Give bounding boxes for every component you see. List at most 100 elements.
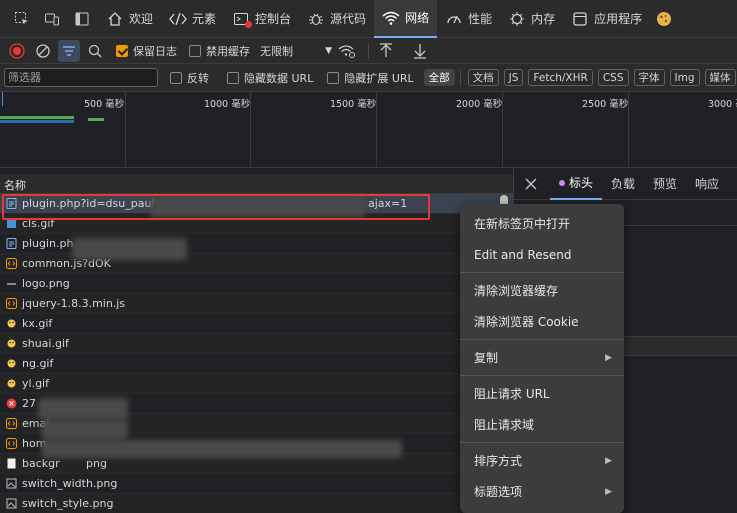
row-name: switch_width.png — [22, 477, 118, 490]
close-icon[interactable] — [522, 175, 540, 193]
menu-item-label: 清除浏览器 Cookie — [474, 315, 579, 329]
disable-cache-checkbox[interactable]: 禁用缓存 — [189, 43, 250, 59]
submenu-arrow-icon: ▶ — [605, 455, 612, 466]
type-filter-font[interactable]: 字体 — [633, 69, 665, 86]
disable-cache-label: 禁用缓存 — [206, 44, 250, 58]
network-overview-timeline[interactable]: 500 毫秒 1000 毫秒 1500 毫秒 2000 毫秒 2500 毫秒 3… — [0, 92, 737, 168]
console-icon — [232, 10, 253, 28]
menu-item-open-new-tab[interactable]: 在新标签页中打开 — [460, 208, 624, 239]
tab-headers[interactable]: 标头 — [550, 168, 603, 200]
checkbox-unchecked-icon — [227, 71, 239, 84]
type-filter-media[interactable]: 媒体 — [704, 69, 736, 86]
inspect-element-icon[interactable] — [10, 7, 34, 31]
modified-dot-icon — [559, 179, 565, 186]
tab-response[interactable]: 响应 — [686, 168, 728, 200]
timeline-tick-label: 1500 毫秒 — [330, 99, 377, 110]
gif-file-icon — [6, 318, 17, 329]
type-filter-js[interactable]: JS — [503, 69, 524, 86]
menu-item-label: 在新标签页中打开 — [474, 217, 571, 231]
timeline-tick-label: 3000 毫秒 — [708, 99, 737, 110]
table-row[interactable]: switch_style.png — [0, 494, 513, 513]
request-list: 名称 plugin.php?id=dsu_paulsi ajax=1 cls.g… — [0, 174, 513, 513]
menu-item-edit-resend[interactable]: Edit and Resend — [460, 239, 624, 270]
table-row[interactable]: logo.png — [0, 274, 513, 294]
table-row[interactable]: kx.gif — [0, 314, 513, 334]
table-row[interactable]: switch_width.png — [0, 474, 513, 494]
tab-console[interactable]: 控制台 — [224, 0, 299, 38]
table-row[interactable]: ng.gif — [0, 354, 513, 374]
dock-side-icon[interactable] — [70, 7, 94, 31]
clear-button[interactable] — [32, 40, 54, 62]
redacted-region — [72, 238, 187, 260]
menu-item-clear-cache[interactable]: 清除浏览器缓存 — [460, 275, 624, 306]
menu-item-block-url[interactable]: 阻止请求 URL — [460, 378, 624, 409]
image-file-icon — [6, 498, 17, 509]
menu-item-label: 阻止请求 URL — [474, 387, 550, 401]
menu-item-sort-by[interactable]: 排序方式 ▶ — [460, 445, 624, 476]
upload-icon[interactable] — [375, 40, 397, 62]
devtools-tabbar: 欢迎 元素 控制台 源代码 网络 性能 内存 应用程序 — [0, 0, 737, 38]
timeline-tick-label: 2000 毫秒 — [456, 99, 503, 110]
tab-preview[interactable]: 预览 — [644, 168, 686, 200]
table-row[interactable]: yl.gif — [0, 374, 513, 394]
tab-payload[interactable]: 负载 — [602, 168, 644, 200]
tab-network[interactable]: 网络 — [374, 0, 438, 38]
redacted-region — [42, 440, 402, 458]
type-filter-img[interactable]: Img — [669, 69, 700, 86]
gif-file-icon — [6, 338, 17, 349]
menu-item-block-domain[interactable]: 阻止请求域 — [460, 409, 624, 440]
invert-checkbox[interactable]: 反转 — [170, 70, 209, 86]
type-filter-css[interactable]: CSS — [597, 69, 629, 86]
tab-welcome[interactable]: 欢迎 — [98, 0, 161, 38]
preserve-log-checkbox[interactable]: 保留日志 — [116, 43, 177, 59]
menu-item-header-options[interactable]: 标题选项 ▶ — [460, 476, 624, 507]
menu-separator — [460, 375, 624, 376]
submenu-arrow-icon: ▶ — [605, 486, 612, 497]
timeline-tick-label: 2500 毫秒 — [582, 99, 629, 110]
hide-ext-url-checkbox[interactable]: 隐藏扩展 URL — [327, 70, 414, 86]
download-icon[interactable] — [409, 40, 431, 62]
tab-sources[interactable]: 源代码 — [299, 0, 374, 38]
filter-input[interactable] — [4, 68, 158, 87]
tab-memory[interactable]: 内存 — [500, 0, 563, 38]
tab-application[interactable]: 应用程序 — [563, 0, 650, 38]
type-filter-all[interactable]: 全部 — [423, 69, 455, 86]
record-button[interactable] — [6, 40, 28, 62]
redacted-region — [38, 398, 128, 420]
tab-label: 欢迎 — [129, 12, 154, 26]
search-icon[interactable] — [84, 40, 106, 62]
tab-performance[interactable]: 性能 — [437, 0, 500, 38]
image-file-icon — [6, 478, 17, 489]
name-column-header[interactable]: 名称 — [0, 174, 513, 194]
error-badge-icon — [245, 20, 253, 28]
network-conditions-icon[interactable] — [336, 40, 358, 62]
filter-bar: 反转 隐藏数据 URL 隐藏扩展 URL 全部 文档 JS Fetch/XHR … — [0, 64, 737, 92]
hide-data-url-checkbox[interactable]: 隐藏数据 URL — [227, 70, 313, 86]
tab-label: 应用程序 — [594, 12, 643, 26]
tab-elements[interactable]: 元素 — [161, 0, 224, 38]
chip-icon — [508, 10, 526, 28]
preserve-log-label: 保留日志 — [133, 44, 177, 58]
script-icon — [6, 418, 17, 429]
menu-item-copy[interactable]: 复制 ▶ — [460, 342, 624, 373]
invert-label: 反转 — [187, 71, 209, 85]
row-name: yl.gif — [22, 377, 49, 390]
type-filter-doc[interactable]: 文档 — [467, 69, 499, 86]
menu-item-label: 阻止请求域 — [474, 418, 535, 432]
throttle-select[interactable]: 无限制 ▼ — [260, 43, 332, 59]
checkbox-unchecked-icon — [189, 44, 201, 57]
table-row[interactable]: jquery-1.8.3.min.js — [0, 294, 513, 314]
device-emulation-icon[interactable] — [40, 7, 64, 31]
menu-separator — [460, 272, 624, 273]
gauge-icon — [445, 10, 463, 28]
type-filter-xhr[interactable]: Fetch/XHR — [528, 69, 593, 86]
menu-separator — [460, 442, 624, 443]
table-row[interactable]: shuai.gif — [0, 334, 513, 354]
tab-label: 性能 — [468, 12, 493, 26]
toolbar-divider — [368, 42, 369, 59]
cookie-icon[interactable] — [652, 7, 676, 31]
filter-toggle-button[interactable] — [58, 39, 80, 62]
name-column-label: 名称 — [4, 179, 26, 192]
menu-item-clear-cookies[interactable]: 清除浏览器 Cookie — [460, 306, 624, 337]
row-name: shuai.gif — [22, 337, 69, 350]
